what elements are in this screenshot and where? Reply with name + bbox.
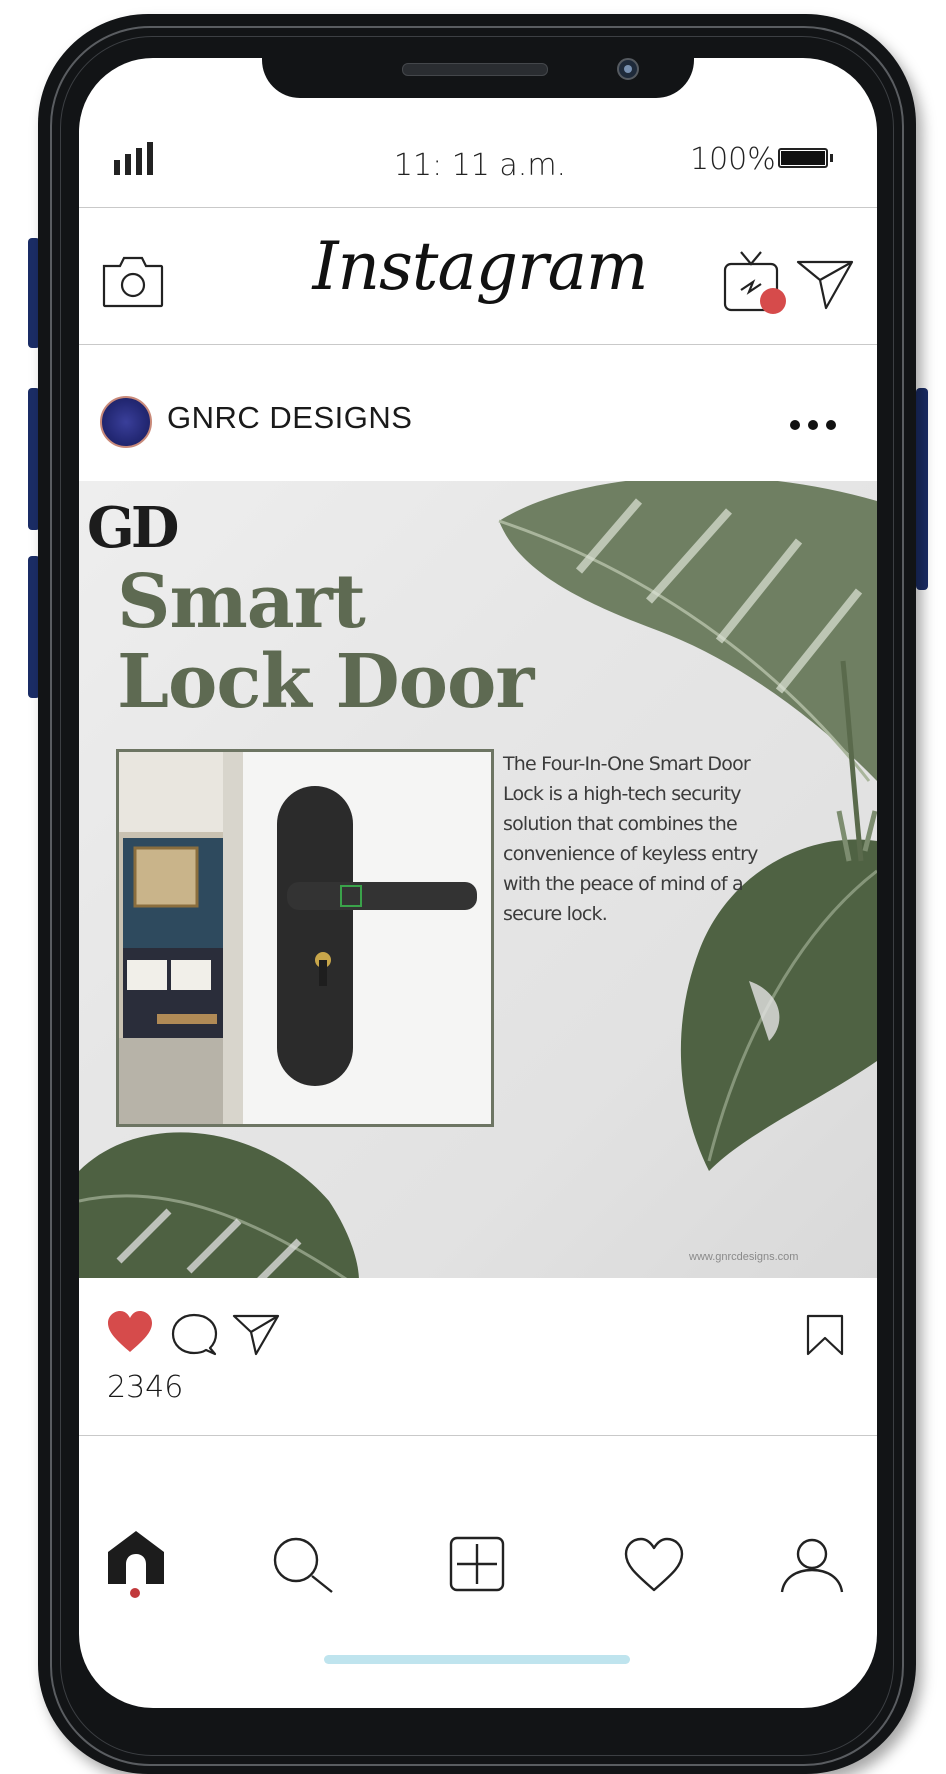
activity-heart-icon[interactable] xyxy=(624,1537,684,1592)
bedroom-scene xyxy=(119,752,243,1124)
profile-icon[interactable] xyxy=(780,1538,844,1594)
door-handle xyxy=(243,752,491,1124)
post-image[interactable]: GD Smart Lock Door The Four-In-One Smart… xyxy=(79,481,877,1278)
avatar[interactable] xyxy=(100,396,152,448)
more-options-icon[interactable] xyxy=(788,404,848,444)
post-username[interactable]: GNRC DESIGNS xyxy=(167,400,412,436)
brand-logo: GD xyxy=(87,495,179,561)
power-button xyxy=(916,388,928,590)
post-title-line2: Lock Door xyxy=(117,639,534,725)
post-title-line1: Smart xyxy=(117,559,366,645)
share-icon[interactable] xyxy=(232,1314,280,1356)
signal-bars-icon xyxy=(114,142,153,175)
comment-icon[interactable] xyxy=(171,1313,218,1356)
like-heart-icon[interactable] xyxy=(106,1310,154,1354)
search-icon[interactable] xyxy=(272,1536,334,1594)
home-icon[interactable] xyxy=(107,1530,165,1586)
stem xyxy=(840,660,864,862)
home-indicator[interactable] xyxy=(324,1655,630,1664)
header-divider xyxy=(79,344,877,345)
monstera-leaf-bottom xyxy=(79,1132,359,1278)
front-camera xyxy=(617,58,639,80)
product-photo xyxy=(116,749,494,1127)
battery-percentage: 100% xyxy=(690,142,776,177)
battery-tip xyxy=(830,154,833,162)
battery-fill xyxy=(781,151,825,165)
post-description: The Four-In-One Smart Door Lock is a hig… xyxy=(503,753,758,925)
bookmark-icon[interactable] xyxy=(806,1314,844,1356)
notification-dot xyxy=(760,288,786,314)
direct-message-icon[interactable] xyxy=(796,258,854,310)
earpiece-speaker xyxy=(402,63,548,76)
app-title: Instagram xyxy=(312,228,648,305)
camera-icon[interactable] xyxy=(102,256,164,308)
website-url: www.gnrcdesigns.com xyxy=(689,1251,799,1263)
like-count: 2346 xyxy=(107,1370,184,1405)
add-post-icon[interactable] xyxy=(449,1536,505,1592)
status-time: 11: 11 a.m. xyxy=(393,148,567,183)
post-divider xyxy=(79,1435,877,1436)
active-tab-indicator xyxy=(130,1588,140,1598)
status-divider xyxy=(79,207,877,208)
